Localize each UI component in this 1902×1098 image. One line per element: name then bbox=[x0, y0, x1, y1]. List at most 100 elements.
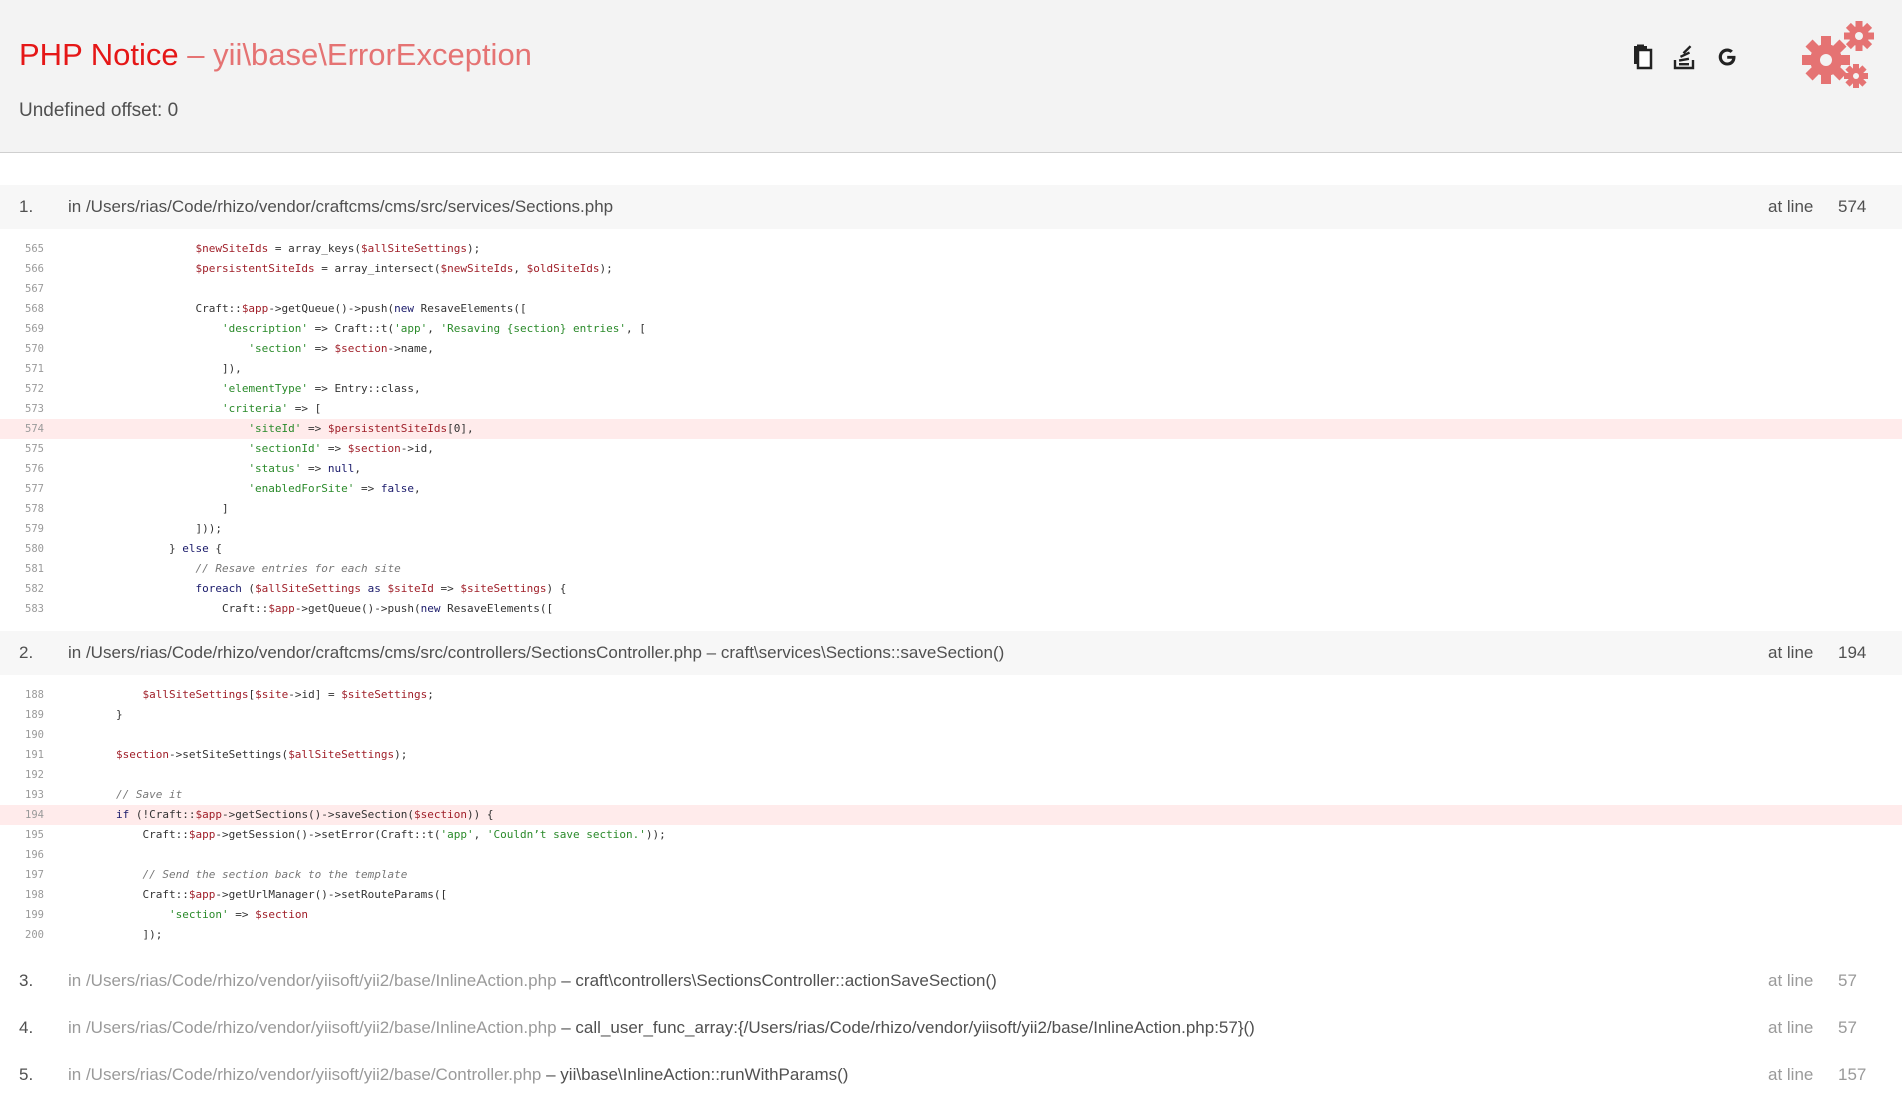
clipboard-icon bbox=[1634, 44, 1653, 70]
code-line: 199 'section' => $section bbox=[0, 905, 1902, 925]
code-line: 192 bbox=[0, 765, 1902, 785]
line-number: 569 bbox=[25, 323, 44, 335]
code-text: ]); bbox=[63, 928, 163, 941]
google-icon bbox=[1718, 48, 1736, 66]
trace-line-number: 194 bbox=[1838, 643, 1867, 662]
trace-file: in /Users/rias/Code/rhizo/vendor/craftcm… bbox=[68, 197, 614, 216]
trace-header[interactable]: 3. in /Users/rias/Code/rhizo/vendor/yiis… bbox=[0, 957, 1902, 1004]
trace-number: 5. bbox=[19, 1064, 34, 1084]
stackoverflow-search-button[interactable] bbox=[1668, 40, 1702, 74]
code-text: 'elementType' => Entry::class, bbox=[221, 382, 421, 395]
code-text: $newSiteIds = array_keys($allSiteSetting… bbox=[195, 242, 481, 255]
line-number: 567 bbox=[25, 283, 44, 295]
code-text: ]), bbox=[63, 362, 242, 375]
line-number: 188 bbox=[25, 689, 44, 701]
code-line-highlighted: 574 'siteId' => $persistentSiteIds[0], bbox=[0, 419, 1902, 439]
line-number: 582 bbox=[25, 583, 44, 595]
trace-header[interactable]: 4. in /Users/rias/Code/rhizo/vendor/yiis… bbox=[0, 1004, 1902, 1051]
at-line-label: at line bbox=[1768, 1017, 1814, 1037]
line-number: 195 bbox=[25, 829, 44, 841]
code-text: } bbox=[63, 708, 123, 721]
copy-stacktrace-button[interactable] bbox=[1626, 40, 1660, 74]
code-text: 'section' => $section->name, bbox=[248, 342, 434, 355]
at-line-label: at line bbox=[1768, 643, 1814, 662]
google-search-button[interactable] bbox=[1710, 40, 1744, 74]
code-text: Craft::$app->getSession()->setError(Craf… bbox=[63, 828, 666, 841]
code-line: 571 ]), bbox=[0, 359, 1902, 379]
code-line: 569 'description' => Craft::t('app', 'Re… bbox=[0, 319, 1902, 339]
code-line: 196 bbox=[0, 845, 1902, 865]
line-number: 565 bbox=[25, 243, 44, 255]
error-type: PHP Notice bbox=[19, 37, 179, 72]
code-line: 581 // Resave entries for each site bbox=[0, 559, 1902, 579]
trace-file: in /Users/rias/Code/rhizo/vendor/yiisoft… bbox=[68, 970, 997, 990]
code-text: 'description' => Craft::t('app', 'Resavi… bbox=[221, 322, 646, 335]
trace-file: in /Users/rias/Code/rhizo/vendor/yiisoft… bbox=[68, 1064, 849, 1084]
trace-file: in /Users/rias/Code/rhizo/vendor/yiisoft… bbox=[68, 1017, 1255, 1037]
line-number: 577 bbox=[25, 483, 44, 495]
line-number: 568 bbox=[25, 303, 44, 315]
code-line: 190 bbox=[0, 725, 1902, 745]
code-line: 575 'sectionId' => $section->id, bbox=[0, 439, 1902, 459]
code-line: 566 $persistentSiteIds = array_intersect… bbox=[0, 259, 1902, 279]
at-line-label: at line bbox=[1768, 197, 1814, 216]
line-number: 570 bbox=[25, 343, 44, 355]
code-snippet: 565 $newSiteIds = array_keys($allSiteSet… bbox=[0, 229, 1902, 631]
at-line-label: at line bbox=[1768, 1064, 1814, 1084]
code-text: $allSiteSettings[$site->id] = $siteSetti… bbox=[142, 688, 434, 701]
stack-trace: 1. in /Users/rias/Code/rhizo/vendor/craf… bbox=[0, 185, 1902, 1098]
code-line: 567 bbox=[0, 279, 1902, 299]
code-line: 572 'elementType' => Entry::class, bbox=[0, 379, 1902, 399]
line-number: 192 bbox=[25, 769, 44, 781]
code-line: 198 Craft::$app->getUrlManager()->setRou… bbox=[0, 885, 1902, 905]
trace-header[interactable]: 1. in /Users/rias/Code/rhizo/vendor/craf… bbox=[0, 185, 1902, 229]
code-line: 189 } bbox=[0, 705, 1902, 725]
code-snippet: 188 $allSiteSettings[$site->id] = $siteS… bbox=[0, 675, 1902, 957]
code-text: // Send the section back to the template bbox=[142, 868, 408, 881]
line-number: 190 bbox=[25, 729, 44, 741]
line-number: 193 bbox=[25, 789, 44, 801]
line-number: 580 bbox=[25, 543, 44, 555]
code-line: 195 Craft::$app->getSession()->setError(… bbox=[0, 825, 1902, 845]
trace-file: in /Users/rias/Code/rhizo/vendor/craftcm… bbox=[68, 643, 1005, 662]
code-line: 582 foreach ($allSiteSettings as $siteId… bbox=[0, 579, 1902, 599]
line-number: 198 bbox=[25, 889, 44, 901]
code-text: 'siteId' => $persistentSiteIds[0], bbox=[248, 422, 474, 435]
code-text: Craft::$app->getQueue()->push(new Resave… bbox=[63, 602, 554, 615]
code-text: 'sectionId' => $section->id, bbox=[248, 442, 434, 455]
code-text: foreach ($allSiteSettings as $siteId => … bbox=[195, 582, 567, 595]
gears-icon bbox=[1802, 21, 1874, 88]
code-text: // Save it bbox=[115, 788, 183, 801]
error-title: PHP Notice – yii\base\ErrorException bbox=[19, 36, 532, 74]
line-number: 581 bbox=[25, 563, 44, 575]
trace-number: 4. bbox=[19, 1017, 34, 1037]
code-text: Craft::$app->getUrlManager()->setRoutePa… bbox=[63, 888, 448, 901]
code-line: 578 ] bbox=[0, 499, 1902, 519]
code-line: 565 $newSiteIds = array_keys($allSiteSet… bbox=[0, 239, 1902, 259]
line-number: 189 bbox=[25, 709, 44, 721]
trace-line-number: 157 bbox=[1838, 1064, 1867, 1084]
code-text: $section->setSiteSettings($allSiteSettin… bbox=[115, 748, 408, 761]
line-number: 579 bbox=[25, 523, 44, 535]
error-header: PHP Notice – yii\base\ErrorException Und… bbox=[0, 0, 1902, 153]
line-number: 199 bbox=[25, 909, 44, 921]
code-line-highlighted: 194 if (!Craft::$app->getSections()->sav… bbox=[0, 805, 1902, 825]
trace-header[interactable]: 5. in /Users/rias/Code/rhizo/vendor/yiis… bbox=[0, 1051, 1902, 1098]
code-text: ])); bbox=[63, 522, 222, 535]
code-text: 'criteria' => [ bbox=[221, 402, 322, 415]
code-line: 570 'section' => $section->name, bbox=[0, 339, 1902, 359]
error-tools bbox=[1626, 40, 1752, 74]
trace-header[interactable]: 2. in /Users/rias/Code/rhizo/vendor/craf… bbox=[0, 631, 1902, 675]
code-line: 568 Craft::$app->getQueue()->push(new Re… bbox=[0, 299, 1902, 319]
code-line: 576 'status' => null, bbox=[0, 459, 1902, 479]
line-number: 197 bbox=[25, 869, 44, 881]
stackoverflow-icon bbox=[1673, 45, 1695, 70]
code-line: 573 'criteria' => [ bbox=[0, 399, 1902, 419]
code-text: 'status' => null, bbox=[248, 462, 362, 475]
line-number: 583 bbox=[25, 603, 44, 615]
code-line: 580 } else { bbox=[0, 539, 1902, 559]
title-separator: – bbox=[187, 37, 205, 72]
code-line: 200 ]); bbox=[0, 925, 1902, 945]
